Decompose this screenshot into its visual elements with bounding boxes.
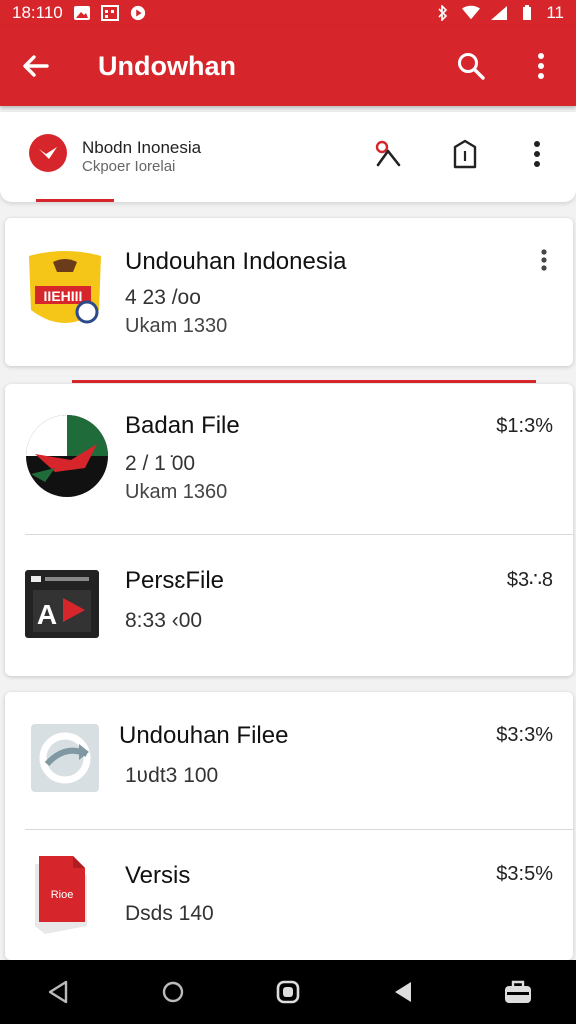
status-time: 18:110 (12, 3, 63, 22)
play-icon (130, 5, 145, 21)
more-vert-icon (538, 53, 544, 79)
list-item[interactable]: IIEHIII Undouhan Indonesia 4 23 /oo Ukam… (5, 218, 573, 366)
item-title: PersɛFile (125, 567, 225, 594)
account-avatar[interactable] (29, 134, 67, 172)
video-file-icon: A (25, 570, 99, 638)
active-tab-indicator (36, 199, 114, 202)
account-more-button[interactable] (517, 134, 557, 174)
item-more-button[interactable] (529, 240, 559, 280)
bird-logo-icon (39, 147, 57, 159)
list-item[interactable]: Undouhan Filee 1ʋdt3 100 $3:3% (5, 692, 573, 830)
download-card: Badan File 2 / 1 ̇00 Ukam 1360 $1:3% A P… (5, 384, 573, 676)
item-title: Badan File (125, 412, 240, 439)
item-thumbnail (31, 724, 99, 792)
app-bar: Undowhan (0, 26, 576, 106)
item-thumbnail: IIEHIII (25, 250, 105, 330)
square-recents-icon (276, 980, 300, 1004)
signal-icon (491, 6, 508, 20)
account-name: Nbodn Inonesia (82, 138, 202, 157)
item-size: 1ʋdt3 100 (125, 764, 219, 787)
more-vert-icon (541, 249, 547, 271)
item-thumbnail (25, 414, 108, 497)
battery-icon (523, 5, 532, 20)
list-item[interactable]: Rioe Versis Dsds 140 $3:5% (5, 830, 573, 960)
bluetooth-icon (438, 5, 448, 21)
search-user-button[interactable] (366, 134, 406, 174)
refresh-file-icon (31, 724, 99, 792)
system-nav-bar (0, 960, 576, 1024)
search-button[interactable] (436, 26, 506, 106)
play-reverse-icon (395, 982, 412, 1002)
more-vert-icon (534, 141, 540, 167)
item-price: $1:3% (496, 415, 553, 437)
item-size: 8:33 ‹00 (125, 609, 203, 632)
item-size: 2 / 1 ̇00 (125, 452, 196, 475)
item-date: Ukam 1330 (125, 315, 228, 337)
back-button[interactable] (0, 26, 72, 106)
nav-media-back-button[interactable] (373, 962, 433, 1022)
item-thumbnail: A (25, 570, 99, 638)
nav-keyboard-button[interactable] (488, 962, 548, 1022)
item-price: $3∴8 (506, 569, 553, 591)
overflow-menu-button[interactable] (506, 26, 576, 106)
download-card: IIEHIII Undouhan Indonesia 4 23 /oo Ukam… (5, 218, 573, 366)
battery-level: 11 (546, 3, 564, 22)
list-item[interactable]: Badan File 2 / 1 ̇00 Ukam 1360 $1:3% (5, 384, 573, 534)
bird-flag-icon (26, 415, 108, 497)
search-user-icon (375, 140, 401, 167)
calendar-icon (100, 5, 119, 21)
item-title: Undouhan Filee (119, 722, 289, 749)
item-size: 4 23 /oo (125, 286, 201, 309)
notification-button[interactable] (445, 134, 485, 174)
circle-home-icon (162, 981, 183, 1003)
item-price: $3:5% (496, 863, 553, 885)
briefcase-icon (505, 980, 532, 1003)
item-title: Undouhan Indonesia (125, 248, 347, 275)
search-icon (458, 53, 485, 80)
doc-label: Rioe (51, 889, 74, 901)
status-bar: 18:110 11 (0, 0, 576, 26)
item-date: Ukam 1360 (125, 481, 228, 503)
film-label: A (37, 599, 57, 630)
item-title: Versis (125, 862, 191, 889)
tag-icon (453, 139, 477, 169)
badge-text: IIEHIII (44, 288, 83, 304)
nav-back-button[interactable] (28, 962, 88, 1022)
arrow-left-icon (23, 55, 49, 77)
item-thumbnail: Rioe (29, 856, 93, 936)
nav-home-button[interactable] (143, 962, 203, 1022)
nav-recents-button[interactable] (258, 962, 318, 1022)
item-size: Dsds 140 (125, 902, 214, 925)
triangle-back-icon (48, 980, 67, 1004)
gallery-icon (73, 6, 90, 20)
wifi-icon (462, 5, 481, 20)
account-strip: Nbodn Inonesia Ckpoer Iorelai (0, 112, 576, 202)
document-file-icon: Rioe (35, 856, 87, 934)
list-item[interactable]: A PersɛFile 8:33 ‹00 $3∴8 (5, 535, 573, 675)
account-subtitle: Ckpoer Iorelai (82, 158, 176, 175)
download-card: Undouhan Filee 1ʋdt3 100 $3:3% Rioe Vers… (5, 692, 573, 960)
progress-indicator (72, 380, 536, 383)
shield-badge-icon: IIEHIII (29, 251, 101, 324)
page-title: Undowhan (98, 50, 236, 81)
item-price: $3:3% (496, 724, 553, 746)
